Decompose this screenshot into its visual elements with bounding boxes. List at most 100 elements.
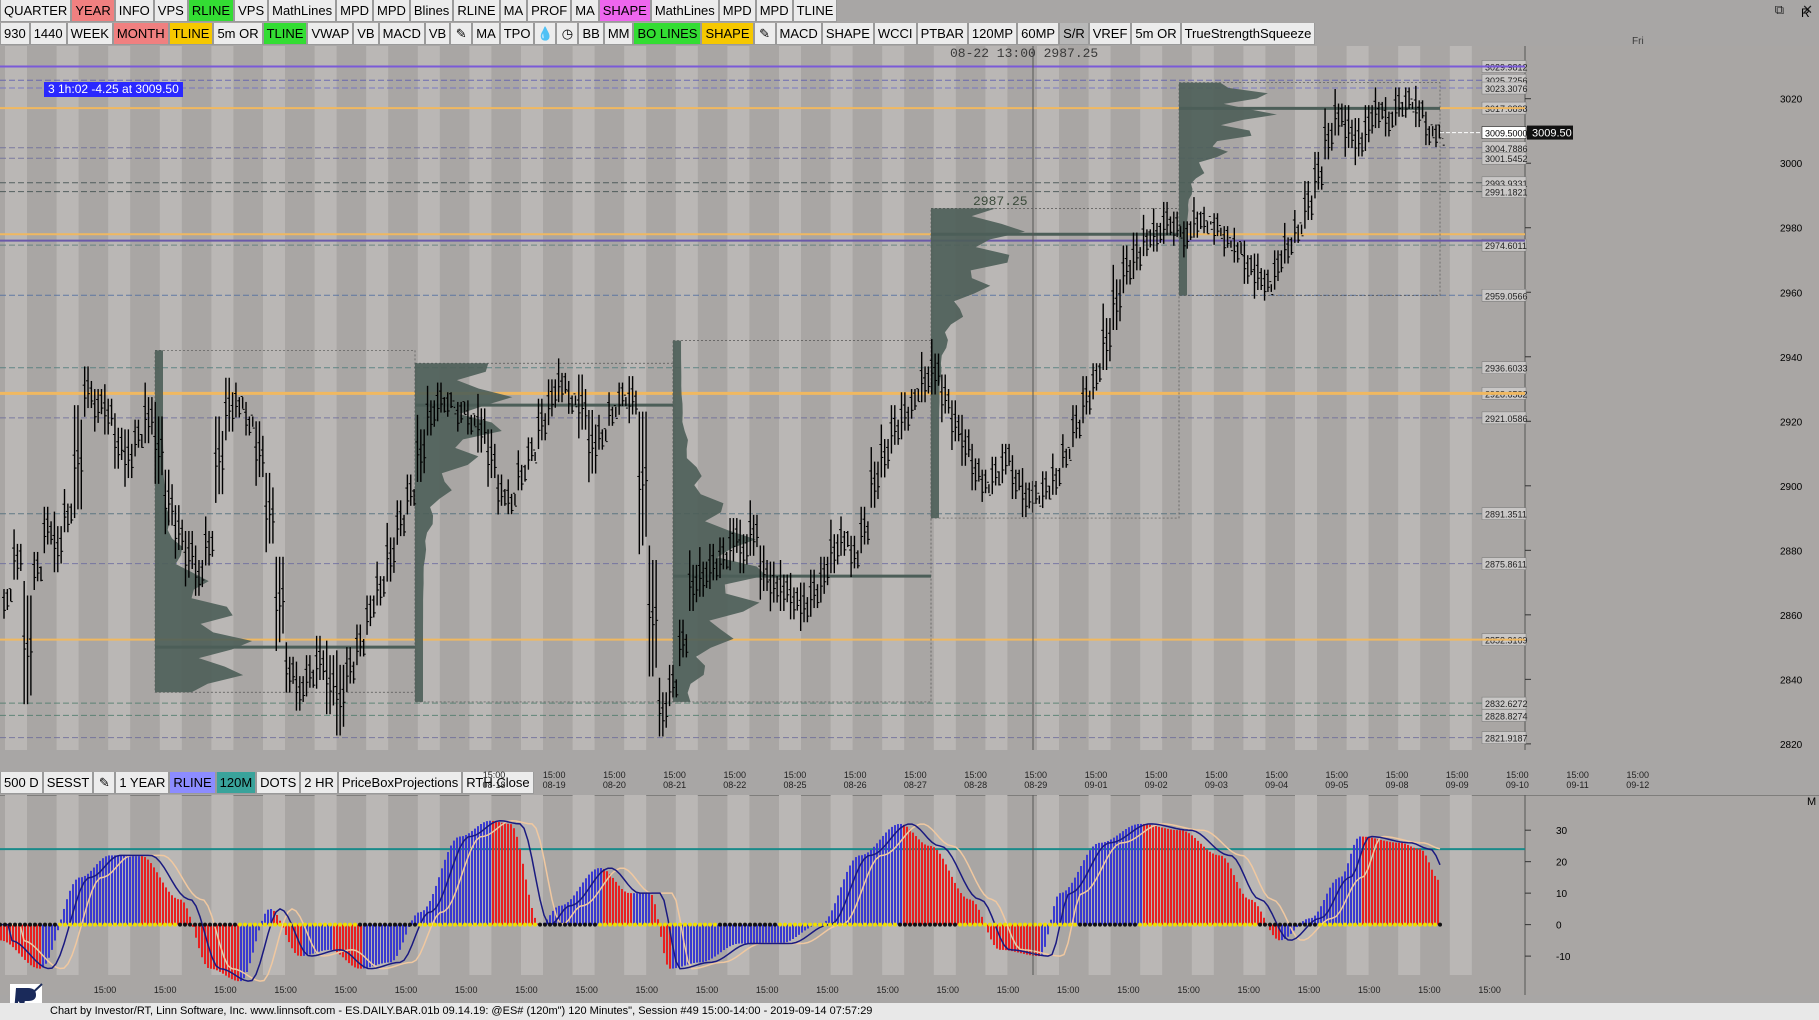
ind-button-truestrengthsqueeze[interactable]: TrueStrengthSqueeze bbox=[1180, 23, 1316, 45]
top-button-mpd[interactable]: MPD bbox=[718, 0, 756, 22]
level-label: 3001.5452 bbox=[1485, 154, 1528, 164]
osc-squeeze-dot bbox=[623, 922, 627, 927]
top-button-ma[interactable]: MA bbox=[571, 0, 599, 22]
osc-squeeze-dot bbox=[1268, 922, 1272, 927]
ind-button-shape[interactable]: SHAPE bbox=[821, 23, 874, 45]
ind-button-mm[interactable]: MM bbox=[603, 23, 634, 45]
osc-squeeze-dot bbox=[1363, 922, 1367, 927]
top-button-prof[interactable]: PROF bbox=[527, 0, 572, 22]
osc-squeeze-dot bbox=[268, 922, 272, 927]
osc-squeeze-dot bbox=[588, 922, 592, 927]
ind-button-tline[interactable]: TLINE bbox=[168, 23, 214, 45]
restore-icon[interactable]: ⧉ bbox=[1775, 0, 1784, 20]
osc-time-label: 15:00 bbox=[274, 985, 297, 995]
ind-button-vb[interactable]: VB bbox=[353, 23, 379, 45]
osc-squeeze-dot bbox=[128, 922, 132, 927]
osc-session-stripe bbox=[521, 795, 543, 975]
top-button-mathlines[interactable]: MathLines bbox=[650, 0, 719, 22]
info-box: 3 1h:02 -4.25 at 3009.50 bbox=[44, 82, 183, 97]
ind-button-bo-lines[interactable]: BO LINES bbox=[633, 23, 702, 45]
osc-squeeze-dot bbox=[783, 922, 787, 927]
osc-squeeze-dot bbox=[438, 922, 442, 927]
top-button-mpd[interactable]: MPD bbox=[373, 0, 410, 22]
ind-button-week[interactable]: WEEK bbox=[66, 23, 113, 45]
osc-squeeze-dot bbox=[1213, 922, 1217, 927]
osc-squeeze-dot bbox=[448, 922, 452, 927]
ind-button-bb[interactable]: BB bbox=[578, 23, 604, 45]
osc-squeeze-dot bbox=[1303, 922, 1307, 927]
top-button-mathlines[interactable]: MathLines bbox=[268, 0, 337, 22]
osc-squeeze-dot bbox=[683, 922, 687, 927]
ind-button-ptbar[interactable]: PTBAR bbox=[916, 23, 968, 45]
osc-squeeze-dot bbox=[1193, 922, 1197, 927]
price-chart[interactable]: 2820 2840 2860 2880 2900 2920 2940 2960 2980 3000… bbox=[0, 46, 1819, 795]
osc-squeeze-dot bbox=[543, 922, 547, 927]
session-stripe bbox=[830, 46, 853, 750]
top-button-vps[interactable]: VPS bbox=[234, 0, 269, 22]
top-button-year[interactable]: YEAR bbox=[71, 0, 115, 22]
osc-squeeze-dot bbox=[1413, 922, 1417, 927]
ind-button-120mp[interactable]: 120MP bbox=[967, 23, 1018, 45]
ind-button-5m-or[interactable]: 5m OR bbox=[1131, 23, 1181, 45]
top-button-vps[interactable]: VPS bbox=[153, 0, 188, 22]
oscillator-panel[interactable]: 30 20 10 0 -10 15:00 15:00 15:00 15:00 15:00 15:00… bbox=[0, 795, 1819, 1003]
top-button-info[interactable]: INFO bbox=[114, 0, 154, 22]
level-label: 2821.9187 bbox=[1485, 734, 1528, 744]
ind-button-vwap[interactable]: VWAP bbox=[307, 23, 354, 45]
osc-squeeze-dot bbox=[458, 922, 462, 927]
ind-button-macd[interactable]: MACD bbox=[775, 23, 822, 45]
ind-button-1440[interactable]: 1440 bbox=[29, 23, 67, 45]
session-stripe bbox=[314, 46, 337, 750]
top-button-mpd[interactable]: MPD bbox=[336, 0, 373, 22]
osc-squeeze-dot bbox=[1438, 922, 1442, 927]
osc-squeeze-dot bbox=[583, 922, 587, 927]
osc-time-label: 15:00 bbox=[575, 985, 598, 995]
top-button-shape[interactable]: SHAPE bbox=[598, 0, 651, 22]
osc-squeeze-dot bbox=[813, 922, 817, 927]
osc-squeeze-dot bbox=[1208, 922, 1212, 927]
osc-squeeze-dot bbox=[658, 922, 662, 927]
ind-button-930[interactable]: 930 bbox=[0, 23, 30, 45]
ind-button-month[interactable]: MONTH bbox=[112, 23, 169, 45]
osc-squeeze-dot bbox=[1058, 922, 1062, 927]
ind-button-vb[interactable]: VB bbox=[424, 23, 451, 45]
clock-icon[interactable]: ◷ bbox=[556, 23, 579, 45]
osc-squeeze-dot bbox=[1073, 922, 1077, 927]
top-button-mpd[interactable]: MPD bbox=[755, 0, 793, 22]
top-button-quarter[interactable]: QUARTER bbox=[0, 0, 72, 22]
ind-button-tline[interactable]: TLINE bbox=[262, 23, 308, 45]
ind-button-vref[interactable]: VREF bbox=[1088, 23, 1132, 45]
ind-button-macd[interactable]: MACD bbox=[378, 23, 425, 45]
osc-squeeze-dot bbox=[338, 922, 342, 927]
top-button-rline[interactable]: RLINE bbox=[187, 0, 235, 22]
ind-button-s-r[interactable]: S/R bbox=[1059, 23, 1089, 45]
ind-button-shape[interactable]: SHAPE bbox=[701, 23, 754, 45]
last-price-label: 3009.5000 bbox=[1485, 129, 1528, 139]
osc-squeeze-dot bbox=[1158, 922, 1162, 927]
osc-time-label: 15:00 bbox=[696, 985, 719, 995]
osc-squeeze-dot bbox=[643, 922, 647, 927]
ind-button-60mp[interactable]: 60MP bbox=[1017, 23, 1060, 45]
osc-squeeze-dot bbox=[558, 922, 562, 927]
osc-squeeze-dot bbox=[1428, 922, 1432, 927]
top-button-tline[interactable]: TLINE bbox=[792, 0, 838, 22]
top-button-ma[interactable]: MA bbox=[499, 0, 528, 22]
osc-squeeze-dot bbox=[1338, 922, 1342, 927]
osc-squeeze-dot bbox=[538, 922, 542, 927]
osc-squeeze-dot bbox=[158, 922, 162, 927]
top-button-blines[interactable]: Blines bbox=[409, 0, 454, 22]
ind-button-ma[interactable]: MA bbox=[472, 23, 500, 45]
pencil-icon[interactable]: ✎ bbox=[753, 23, 776, 45]
ind-button-5m-or[interactable]: 5m OR bbox=[213, 23, 263, 45]
osc-squeeze-dot bbox=[1053, 922, 1057, 927]
osc-squeeze-dot bbox=[1013, 922, 1017, 927]
ind-button-wcci[interactable]: WCCI bbox=[873, 23, 917, 45]
osc-squeeze-dot bbox=[778, 922, 782, 927]
drop-icon[interactable]: 💧 bbox=[534, 23, 557, 45]
ind-button-tpo[interactable]: TPO bbox=[499, 23, 535, 45]
pencil-icon[interactable]: ✎ bbox=[450, 23, 473, 45]
osc-squeeze-dot bbox=[1418, 922, 1422, 927]
session-stripe bbox=[1295, 46, 1317, 750]
top-button-rline[interactable]: RLINE bbox=[453, 0, 500, 22]
osc-squeeze-dot bbox=[1148, 922, 1152, 927]
